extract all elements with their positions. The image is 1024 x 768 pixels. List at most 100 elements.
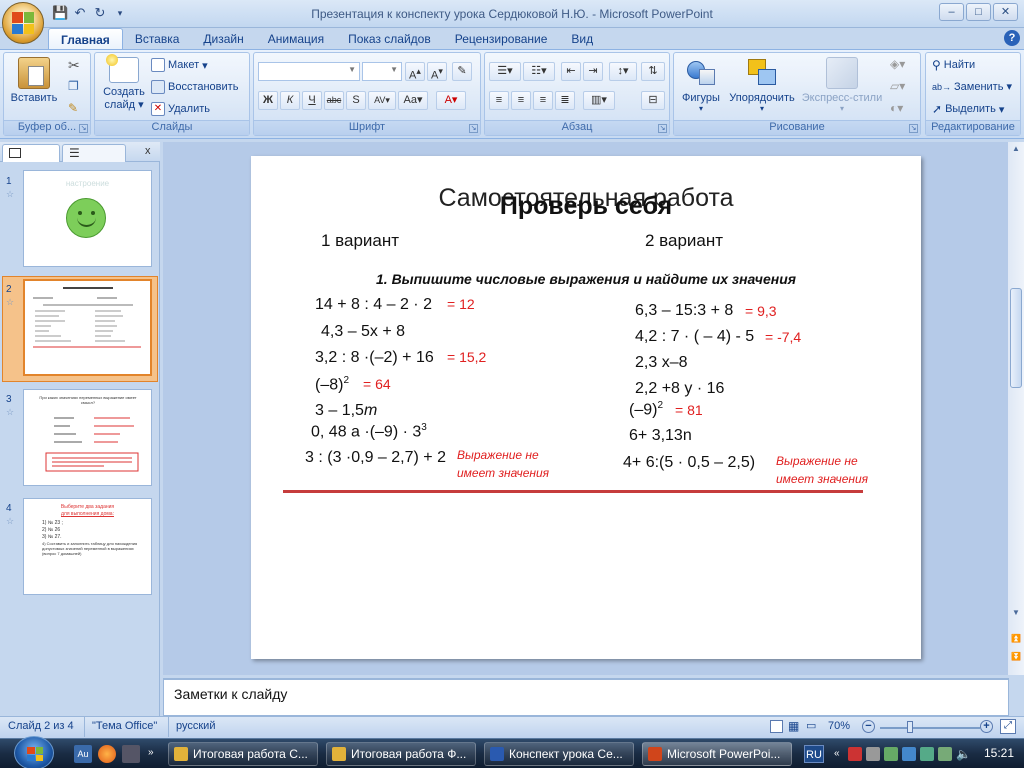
start-button[interactable]: [14, 736, 54, 768]
change-case-icon[interactable]: Aa▾: [398, 91, 428, 110]
tray-icon-5[interactable]: [938, 747, 952, 761]
quick-styles-button[interactable]: Экспресс-стили ▾: [800, 57, 884, 113]
bullets-icon[interactable]: ☰▾: [489, 62, 521, 81]
drawing-launcher-icon[interactable]: ↘: [909, 124, 918, 133]
ai-app-icon[interactable]: Au: [74, 745, 92, 763]
increase-indent-icon[interactable]: ⇥: [583, 62, 603, 81]
new-slide-button[interactable]: Создать слайд ▾: [99, 54, 149, 111]
tab-animation[interactable]: Анимация: [256, 28, 336, 50]
layout-button[interactable]: Макет ▾: [151, 58, 208, 72]
slide-thumbnail-4[interactable]: Выберите два задания для выполнения дома…: [23, 498, 152, 595]
tray-icon-2[interactable]: [866, 747, 880, 761]
normal-view-icon[interactable]: [770, 720, 783, 733]
scroll-thumb[interactable]: [1010, 288, 1022, 388]
justify-icon[interactable]: ≣: [555, 91, 575, 110]
align-text-icon[interactable]: ⊟: [641, 91, 665, 110]
next-slide-icon[interactable]: ⏬: [1009, 652, 1023, 666]
zoom-slider-thumb[interactable]: [907, 721, 913, 733]
delete-slide-button[interactable]: ✕ Удалить: [151, 102, 210, 116]
notes-pane[interactable]: Заметки к слайду: [163, 678, 1009, 716]
tab-insert[interactable]: Вставка: [123, 28, 192, 50]
find-button[interactable]: ⚲ Найти: [932, 58, 975, 72]
tab-design[interactable]: Дизайн: [191, 28, 255, 50]
slideshow-icon[interactable]: ▭: [806, 720, 816, 732]
tab-view[interactable]: Вид: [559, 28, 605, 50]
decrease-indent-icon[interactable]: ⇤: [561, 62, 581, 81]
outline-tab[interactable]: ☰: [62, 144, 126, 162]
align-left-icon[interactable]: ≡: [489, 91, 509, 110]
tray-icon-4[interactable]: [902, 747, 916, 761]
shape-outline-icon[interactable]: ▱▾: [890, 79, 905, 93]
tray-icon-1[interactable]: [848, 747, 862, 761]
format-painter-icon[interactable]: ✎: [68, 101, 78, 115]
taskbar-item[interactable]: Конспект урока Се...: [484, 742, 634, 766]
line-spacing-icon[interactable]: ↕▾: [609, 62, 637, 81]
strikethrough-icon[interactable]: abc: [324, 91, 344, 110]
language-indicator[interactable]: русский: [176, 720, 215, 732]
fit-to-window-icon[interactable]: ⤢: [1000, 719, 1016, 734]
text-direction-icon[interactable]: ⇅: [641, 62, 665, 81]
tab-slideshow[interactable]: Показ слайдов: [336, 28, 443, 50]
font-color-icon[interactable]: A▾: [436, 91, 466, 110]
zoom-level[interactable]: 70%: [828, 720, 850, 732]
bold-icon[interactable]: Ж: [258, 91, 278, 110]
quick-launch-expand-icon[interactable]: »: [148, 747, 154, 758]
slide-thumbnail-1[interactable]: настроение: [23, 170, 152, 267]
shadow-icon[interactable]: S: [346, 91, 366, 110]
zoom-out-icon[interactable]: −: [862, 720, 875, 733]
reset-button[interactable]: Восстановить: [151, 80, 238, 94]
slide-sorter-icon[interactable]: ▦: [788, 720, 799, 732]
select-button[interactable]: ➚ Выделить ▾: [932, 102, 1004, 116]
replace-button[interactable]: ab→ Заменить ▾: [932, 80, 1012, 94]
slide-thumbnail-3[interactable]: При каких значениях переменных выражение…: [23, 389, 152, 486]
cut-icon[interactable]: ✂: [68, 57, 80, 74]
align-center-icon[interactable]: ≡: [511, 91, 531, 110]
arrange-button[interactable]: Упорядочить ▾: [726, 57, 798, 113]
clipboard-launcher-icon[interactable]: ↘: [79, 124, 88, 133]
align-right-icon[interactable]: ≡: [533, 91, 553, 110]
underline-icon[interactable]: Ч: [302, 91, 322, 110]
tray-icon-3[interactable]: [884, 747, 898, 761]
shapes-button[interactable]: Фигуры ▾: [676, 57, 726, 113]
close-button[interactable]: ✕: [993, 3, 1018, 21]
theme-name[interactable]: "Тема Office": [92, 720, 157, 732]
clear-formatting-icon[interactable]: ✎: [452, 62, 472, 81]
zoom-in-icon[interactable]: +: [980, 720, 993, 733]
prev-slide-icon[interactable]: ⏫: [1009, 634, 1023, 648]
paste-button[interactable]: Вставить: [8, 57, 60, 104]
char-spacing-icon[interactable]: AV▾: [368, 91, 396, 110]
vertical-scrollbar[interactable]: ▲ ▼ ⏫ ⏬: [1008, 142, 1024, 675]
tab-home[interactable]: Главная: [48, 28, 123, 50]
close-pane-icon[interactable]: x: [145, 145, 151, 157]
network-icon[interactable]: [920, 747, 934, 761]
zoom-slider-track[interactable]: [880, 727, 980, 729]
numbering-icon[interactable]: ☷▾: [523, 62, 555, 81]
firefox-icon[interactable]: [98, 745, 116, 763]
taskbar-item[interactable]: Итоговая работа Ф...: [326, 742, 476, 766]
show-desktop-icon[interactable]: [122, 745, 140, 763]
columns-icon[interactable]: ▥▾: [583, 91, 615, 110]
current-slide[interactable]: Самостоятельная работа Проверь себя 1 ва…: [251, 156, 921, 659]
copy-icon[interactable]: ❐: [68, 79, 79, 93]
office-button[interactable]: [2, 2, 44, 44]
font-size-select[interactable]: ▼: [362, 62, 402, 81]
help-icon[interactable]: ?: [1004, 30, 1020, 46]
tray-expand-icon[interactable]: «: [834, 748, 840, 759]
grow-font-icon[interactable]: A▴: [405, 62, 425, 82]
shape-fill-icon[interactable]: ◈▾: [890, 57, 905, 71]
minimize-button[interactable]: –: [939, 3, 964, 21]
font-family-select[interactable]: ▼: [258, 62, 360, 81]
tab-review[interactable]: Рецензирование: [443, 28, 560, 50]
paragraph-launcher-icon[interactable]: ↘: [658, 124, 667, 133]
slide-thumbnail-2[interactable]: [23, 279, 152, 376]
italic-icon[interactable]: К: [280, 91, 300, 110]
language-bar[interactable]: RU: [804, 745, 824, 763]
maximize-button[interactable]: □: [966, 3, 991, 21]
font-launcher-icon[interactable]: ↘: [469, 124, 478, 133]
shrink-font-icon[interactable]: A▾: [427, 62, 447, 82]
scroll-down-icon[interactable]: ▼: [1009, 608, 1023, 622]
taskbar-item[interactable]: Итоговая работа С...: [168, 742, 318, 766]
taskbar-item-active[interactable]: Microsoft PowerPoi...: [642, 742, 792, 766]
slides-tab[interactable]: [2, 144, 60, 162]
shape-effects-icon[interactable]: ◐▾: [890, 101, 903, 115]
